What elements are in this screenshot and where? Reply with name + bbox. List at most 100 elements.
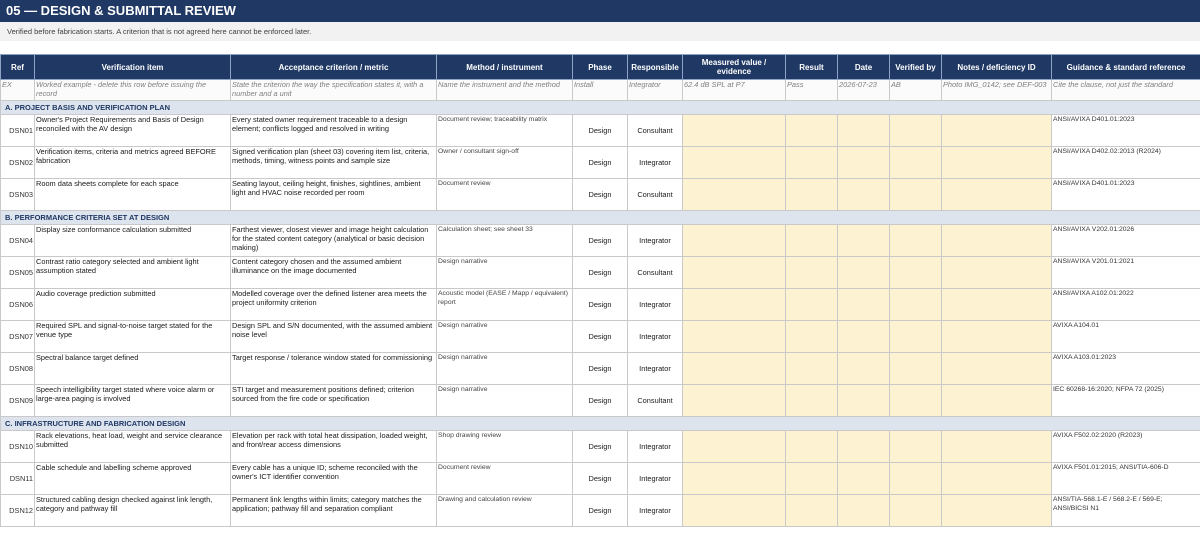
date-input[interactable] (837, 114, 890, 147)
responsible-cell[interactable]: Consultant (627, 178, 683, 211)
measured-value-input[interactable] (682, 462, 786, 495)
method-cell[interactable]: Drawing and calculation review (436, 494, 573, 527)
measured-value-input[interactable] (682, 352, 786, 385)
date-input[interactable] (837, 494, 890, 527)
responsible-cell[interactable]: Integrator (627, 224, 683, 257)
date-input[interactable] (837, 384, 890, 417)
phase-cell[interactable]: Design (572, 178, 628, 211)
result-input[interactable] (785, 288, 838, 321)
verification-item-cell[interactable]: Contrast ratio category selected and amb… (34, 256, 231, 289)
phase-cell[interactable]: Design (572, 462, 628, 495)
acceptance-criterion-cell[interactable]: Modelled coverage over the defined liste… (230, 288, 437, 321)
result-input[interactable] (785, 352, 838, 385)
verification-item-cell[interactable]: Required SPL and signal-to-noise target … (34, 320, 231, 353)
verification-item-cell[interactable]: Cable schedule and labelling scheme appr… (34, 462, 231, 495)
method-cell[interactable]: Design narrative (436, 320, 573, 353)
notes-input[interactable] (941, 178, 1052, 211)
acceptance-criterion-cell[interactable]: Permanent link lengths within limits; ca… (230, 494, 437, 527)
measured-value-input[interactable] (682, 288, 786, 321)
phase-cell[interactable]: Design (572, 494, 628, 527)
acceptance-criterion-cell[interactable]: Every cable has a unique ID; scheme reco… (230, 462, 437, 495)
phase-cell[interactable]: Design (572, 288, 628, 321)
notes-input[interactable] (941, 462, 1052, 495)
guidance-cell[interactable]: ANSI/AVIXA A102.01:2022 (1051, 288, 1200, 321)
result-input[interactable] (785, 114, 838, 147)
date-input[interactable] (837, 288, 890, 321)
measured-value-input[interactable] (682, 114, 786, 147)
example-cell-guidance-reference[interactable]: Cite the clause, not just the standard (1051, 79, 1200, 101)
verified-by-input[interactable] (889, 352, 942, 385)
acceptance-criterion-cell[interactable]: Content category chosen and the assumed … (230, 256, 437, 289)
method-cell[interactable]: Acoustic model (EASE / Mapp / equivalent… (436, 288, 573, 321)
notes-input[interactable] (941, 146, 1052, 179)
acceptance-criterion-cell[interactable]: Seating layout, ceiling height, finishes… (230, 178, 437, 211)
phase-cell[interactable]: Design (572, 430, 628, 463)
verified-by-input[interactable] (889, 224, 942, 257)
example-cell-ref[interactable]: EX (0, 79, 35, 101)
notes-input[interactable] (941, 256, 1052, 289)
verification-item-cell[interactable]: Verification items, criteria and metrics… (34, 146, 231, 179)
responsible-cell[interactable]: Integrator (627, 320, 683, 353)
verification-item-cell[interactable]: Spectral balance target defined (34, 352, 231, 385)
date-input[interactable] (837, 430, 890, 463)
guidance-cell[interactable]: ANSI/AVIXA D401.01:2023 (1051, 178, 1200, 211)
notes-input[interactable] (941, 114, 1052, 147)
responsible-cell[interactable]: Integrator (627, 146, 683, 179)
measured-value-input[interactable] (682, 146, 786, 179)
verification-item-cell[interactable]: Audio coverage prediction submitted (34, 288, 231, 321)
verification-item-cell[interactable]: Rack elevations, heat load, weight and s… (34, 430, 231, 463)
guidance-cell[interactable]: AVIXA A104.01 (1051, 320, 1200, 353)
verification-item-cell[interactable]: Speech intelligibility target stated whe… (34, 384, 231, 417)
method-cell[interactable]: Calculation sheet; see sheet 33 (436, 224, 573, 257)
phase-cell[interactable]: Design (572, 352, 628, 385)
notes-input[interactable] (941, 430, 1052, 463)
verification-item-cell[interactable]: Structured cabling design checked agains… (34, 494, 231, 527)
date-input[interactable] (837, 462, 890, 495)
notes-input[interactable] (941, 320, 1052, 353)
phase-cell[interactable]: Design (572, 224, 628, 257)
method-cell[interactable]: Document review (436, 178, 573, 211)
verified-by-input[interactable] (889, 256, 942, 289)
date-input[interactable] (837, 178, 890, 211)
acceptance-criterion-cell[interactable]: Every stated owner requirement traceable… (230, 114, 437, 147)
verified-by-input[interactable] (889, 494, 942, 527)
responsible-cell[interactable]: Integrator (627, 462, 683, 495)
responsible-cell[interactable]: Integrator (627, 430, 683, 463)
example-cell-responsible[interactable]: Integrator (627, 79, 683, 101)
guidance-cell[interactable]: AVIXA F502.02:2020 (R2023) (1051, 430, 1200, 463)
result-input[interactable] (785, 430, 838, 463)
responsible-cell[interactable]: Integrator (627, 288, 683, 321)
date-input[interactable] (837, 352, 890, 385)
verification-item-cell[interactable]: Room data sheets complete for each space (34, 178, 231, 211)
result-input[interactable] (785, 178, 838, 211)
guidance-cell[interactable]: ANSI/TIA-568.1-E / 568.2-E / 569-E; ANSI… (1051, 494, 1200, 527)
verification-item-cell[interactable]: Display size conformance calculation sub… (34, 224, 231, 257)
guidance-cell[interactable]: ANSI/AVIXA D401.01:2023 (1051, 114, 1200, 147)
example-cell-measured-value[interactable]: 62.4 dB SPL at P7 (682, 79, 786, 101)
result-input[interactable] (785, 462, 838, 495)
responsible-cell[interactable]: Consultant (627, 384, 683, 417)
method-cell[interactable]: Design narrative (436, 352, 573, 385)
measured-value-input[interactable] (682, 384, 786, 417)
date-input[interactable] (837, 256, 890, 289)
phase-cell[interactable]: Design (572, 320, 628, 353)
result-input[interactable] (785, 146, 838, 179)
verified-by-input[interactable] (889, 384, 942, 417)
acceptance-criterion-cell[interactable]: Farthest viewer, closest viewer and imag… (230, 224, 437, 257)
date-input[interactable] (837, 146, 890, 179)
phase-cell[interactable]: Design (572, 146, 628, 179)
guidance-cell[interactable]: AVIXA F501.01:2015; ANSI/TIA-606-D (1051, 462, 1200, 495)
method-cell[interactable]: Design narrative (436, 384, 573, 417)
notes-input[interactable] (941, 224, 1052, 257)
acceptance-criterion-cell[interactable]: STI target and measurement positions def… (230, 384, 437, 417)
measured-value-input[interactable] (682, 320, 786, 353)
example-cell-method-instrument[interactable]: Name the instrument and the method (436, 79, 573, 101)
result-input[interactable] (785, 224, 838, 257)
measured-value-input[interactable] (682, 178, 786, 211)
measured-value-input[interactable] (682, 430, 786, 463)
verified-by-input[interactable] (889, 430, 942, 463)
method-cell[interactable]: Shop drawing review (436, 430, 573, 463)
guidance-cell[interactable]: IEC 60268-16:2020; NFPA 72 (2025) (1051, 384, 1200, 417)
guidance-cell[interactable]: AVIXA A103.01:2023 (1051, 352, 1200, 385)
guidance-cell[interactable]: ANSI/AVIXA V201.01:2021 (1051, 256, 1200, 289)
